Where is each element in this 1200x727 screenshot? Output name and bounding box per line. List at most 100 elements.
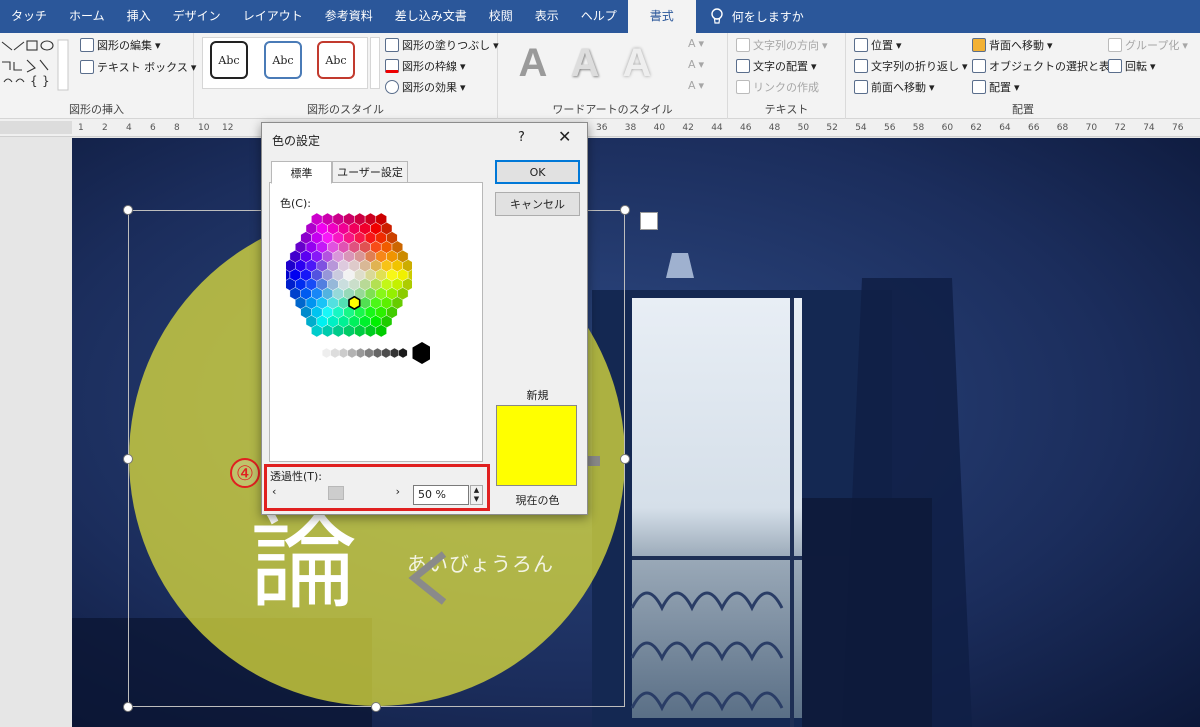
transparency-slider[interactable]: ‹ ›	[270, 485, 402, 501]
layout-options-icon[interactable]	[640, 212, 658, 230]
tab-standard[interactable]: 標準	[271, 161, 332, 184]
gray-cell[interactable]	[330, 347, 340, 359]
tab-mailings[interactable]: 差し込み文書	[384, 0, 478, 33]
gray-cell[interactable]	[321, 347, 331, 359]
tab-insert[interactable]: 挿入	[116, 0, 162, 33]
black-cell[interactable]	[412, 342, 431, 364]
ruler-tick-label: 66	[1028, 123, 1040, 133]
close-icon[interactable]: ✕	[558, 127, 571, 146]
gray-cell[interactable]	[339, 347, 348, 359]
wordart-style-3[interactable]: A	[614, 39, 660, 87]
transparency-spinner[interactable]: ▲ ▼	[470, 485, 483, 505]
ruler-tick-label: 4	[126, 123, 132, 133]
gray-cell[interactable]	[373, 347, 383, 359]
shape-style-red[interactable]: Abc	[317, 41, 355, 79]
shape-gallery-icon[interactable]: {}	[0, 38, 70, 92]
shape-fill-button[interactable]: 図形の塗りつぶし ▾	[385, 37, 499, 53]
ruler-tick-label: 2	[102, 123, 108, 133]
gray-cell[interactable]	[313, 347, 323, 359]
align-button[interactable]: 配置 ▾	[972, 79, 1020, 95]
grayscale-picker[interactable]	[310, 341, 430, 369]
rotate-button[interactable]: 回転 ▾	[1108, 58, 1156, 74]
tab-home[interactable]: ホーム	[58, 0, 116, 33]
text-outline-button[interactable]: A ▾	[688, 58, 704, 71]
position-button[interactable]: 位置 ▾	[854, 37, 902, 53]
current-color-label: 現在の色	[515, 494, 560, 507]
resize-handle-bottom-left[interactable]	[123, 702, 133, 712]
lightbulb-icon	[711, 7, 723, 24]
slider-thumb[interactable]	[328, 486, 344, 500]
text-fill-button[interactable]: A ▾	[688, 37, 704, 50]
gray-cell[interactable]	[381, 347, 391, 359]
group-icon	[1108, 38, 1122, 52]
create-link-button[interactable]: リンクの作成	[736, 79, 819, 95]
transparency-input[interactable]: 50 %	[413, 485, 469, 505]
tab-view[interactable]: 表示	[524, 0, 570, 33]
group-text: 文字列の方向 ▾ 文字の配置 ▾ リンクの作成 テキスト	[728, 33, 846, 119]
ruler-tick-label: 72	[1114, 123, 1126, 133]
standard-color-panel: 色(C):	[269, 182, 483, 462]
tab-format[interactable]: 書式	[627, 0, 696, 33]
gray-cell[interactable]	[389, 347, 400, 359]
align-text-button[interactable]: 文字の配置 ▾	[736, 58, 817, 74]
gray-cell[interactable]	[398, 347, 408, 359]
svg-text:{: {	[30, 74, 38, 88]
gray-cell[interactable]	[347, 347, 357, 359]
tab-custom[interactable]: ユーザー設定	[332, 161, 408, 183]
shape-style-blue[interactable]: Abc	[264, 41, 302, 79]
send-backward-icon	[972, 38, 986, 52]
resize-handle-top-right[interactable]	[620, 205, 630, 215]
group-label-wordart: ワードアートのスタイル	[552, 103, 673, 116]
tab-help[interactable]: ヘルプ	[570, 0, 628, 33]
tab-touch[interactable]: タッチ	[0, 0, 58, 33]
document-canvas[interactable]: 論 あいびょうろん ④	[72, 138, 1200, 727]
shape-effects-button[interactable]: 図形の効果 ▾	[385, 79, 466, 95]
tell-me-box[interactable]: 何をしますか	[696, 7, 804, 26]
ribbon: {} 図形の編集 ▾ テキスト ボックス ▾ 図形の挿入 Abc Abc Abc 図…	[0, 33, 1200, 119]
cancel-button[interactable]: キャンセル	[495, 192, 580, 216]
wrap-text-button[interactable]: 文字列の折り返し ▾	[854, 58, 968, 74]
resize-handle-left[interactable]	[123, 454, 133, 464]
ruler-ticks-left: 1 2 4 6 8 10 12	[72, 119, 262, 137]
send-backward-button[interactable]: 背面へ移動 ▾	[972, 37, 1053, 53]
window-light	[632, 298, 802, 718]
ok-button[interactable]: OK	[495, 160, 580, 184]
help-button[interactable]: ?	[518, 130, 525, 145]
style-gallery-scroll[interactable]	[370, 37, 380, 89]
chevron-down-icon: ▾	[811, 59, 817, 73]
ruler-tick-label: 68	[1056, 123, 1069, 133]
group-button[interactable]: グループ化 ▾	[1108, 37, 1188, 53]
tab-review[interactable]: 校閲	[478, 0, 524, 33]
text-box-button[interactable]: テキスト ボックス ▾	[80, 59, 196, 75]
tab-layout[interactable]: レイアウト	[232, 0, 314, 33]
color-dialog: 色の設定 ? ✕ 標準 ユーザー設定 色(C): OK キャンセル 新規 現在の…	[261, 122, 588, 515]
tell-me-text: 何をしますか	[731, 10, 804, 24]
gray-cell[interactable]	[356, 347, 365, 359]
selected-color-cell[interactable]	[348, 295, 361, 311]
tab-design[interactable]: デザイン	[162, 0, 232, 33]
text-effects-button[interactable]: A ▾	[688, 79, 704, 92]
slider-left-arrow-icon[interactable]: ‹	[272, 485, 276, 498]
spin-down-icon[interactable]: ▼	[471, 495, 482, 504]
ruler-tick-label: 38	[624, 123, 637, 133]
shape-style-black[interactable]: Abc	[210, 41, 248, 79]
tab-references[interactable]: 参考資料	[314, 0, 384, 33]
bring-forward-button[interactable]: 前面へ移動 ▾	[854, 79, 935, 95]
gray-cell[interactable]	[364, 347, 374, 359]
wordart-style-1[interactable]: A	[510, 39, 556, 87]
text-direction-button[interactable]: 文字列の方向 ▾	[736, 37, 828, 53]
paint-bucket-icon	[385, 38, 399, 52]
bring-forward-icon	[854, 80, 868, 94]
horizontal-ruler[interactable]: 1 2 4 6 8 10 12 36 38 40 42 44 46 48 50 52 54 56 58 60 62 64…	[0, 119, 1200, 137]
resize-handle-bottom[interactable]	[371, 702, 381, 712]
slider-right-arrow-icon[interactable]: ›	[396, 485, 400, 498]
resize-handle-right[interactable]	[620, 454, 630, 464]
ruler-tick-label: 54	[855, 123, 867, 133]
selection-pane-button[interactable]: オブジェクトの選択と表示	[972, 58, 1121, 74]
wordart-style-2[interactable]: A	[562, 39, 608, 87]
shape-outline-button[interactable]: 図形の枠線 ▾	[385, 58, 466, 74]
edit-shape-button[interactable]: 図形の編集 ▾	[80, 37, 161, 53]
resize-handle-top-left[interactable]	[123, 205, 133, 215]
spin-up-icon[interactable]: ▲	[471, 486, 482, 495]
color-hexagon-picker[interactable]	[286, 213, 412, 338]
